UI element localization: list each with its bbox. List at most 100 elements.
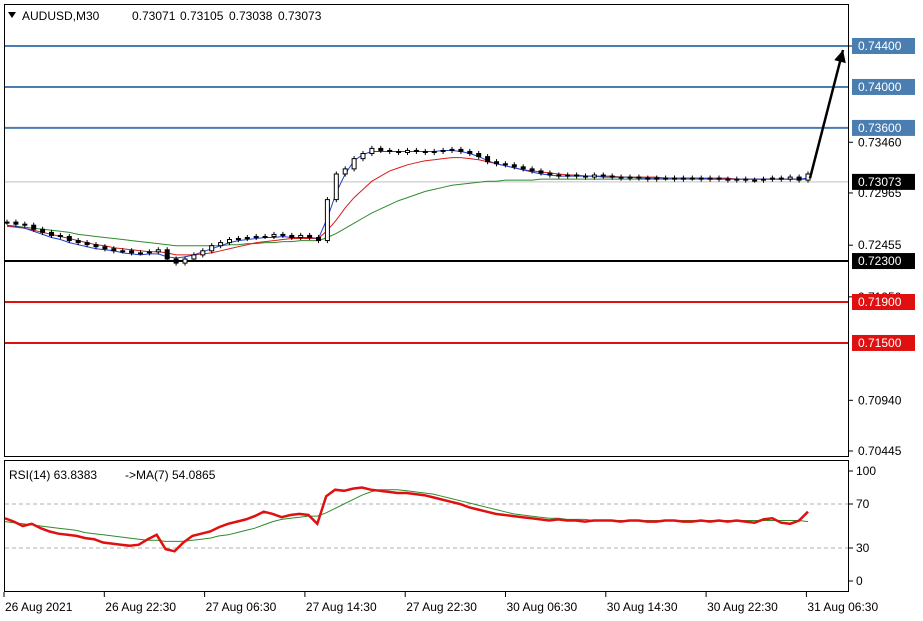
rsi-axis: 100 70 30 0 [848, 464, 876, 588]
candle-body [689, 177, 695, 180]
rsi-ma-line [4, 489, 809, 542]
candle-body [600, 174, 606, 177]
candle-body [387, 149, 393, 152]
candle-body [663, 177, 669, 180]
candle-body [654, 177, 660, 180]
collapse-triangle-icon[interactable] [8, 12, 16, 18]
candle-body [49, 231, 54, 236]
candle-body [716, 177, 722, 180]
candle-body [431, 150, 437, 153]
candle-body [520, 166, 526, 170]
candle-body [778, 177, 784, 180]
candle-body [298, 234, 304, 238]
candle-body [120, 250, 126, 253]
candle-body [618, 176, 624, 179]
ma-slow-line [7, 178, 808, 247]
candle-body [324, 199, 330, 242]
price-tick-label: 0.73460 [858, 135, 902, 149]
candle-body [458, 148, 464, 152]
candle-body [787, 176, 793, 180]
candle-body [31, 224, 37, 230]
candle-body [752, 179, 758, 182]
candle-body [761, 178, 766, 181]
candle-body [316, 236, 321, 242]
level-price-label: 0.74400 [858, 39, 902, 53]
forecast-arrow [808, 49, 846, 179]
candle-body [707, 177, 713, 180]
candle-body [538, 170, 544, 174]
candle-body [209, 245, 215, 252]
symbol-title: AUDUSD,M30 [22, 9, 100, 23]
candle-body [111, 248, 117, 252]
candle-body [467, 150, 473, 155]
price-tick-label: 0.70940 [858, 393, 902, 407]
candle-body [22, 223, 28, 226]
candle-body [155, 249, 161, 253]
time-tick-label: 31 Aug 06:30 [807, 600, 878, 614]
time-tick-label: 30 Aug 06:30 [507, 600, 578, 614]
time-tick-label: 27 Aug 14:30 [306, 600, 377, 614]
current-price-label: 0.73073 [858, 175, 902, 189]
ohlc-low: 0.73038 [229, 9, 273, 23]
candle-body [556, 174, 562, 177]
candle-body [591, 174, 597, 178]
candle-body [191, 254, 197, 260]
candle-body [75, 240, 81, 244]
forecast-arrow-shaft [808, 49, 845, 179]
candlesticks [4, 145, 811, 266]
candle-body [262, 235, 268, 238]
ma-fast-line [6, 150, 809, 259]
candle-body [529, 168, 535, 172]
time-tick-label: 26 Aug 2021 [5, 600, 73, 614]
price-levels [5, 45, 848, 344]
time-tick-label: 27 Aug 22:30 [406, 600, 477, 614]
time-tick-label: 30 Aug 22:30 [707, 600, 778, 614]
level-price-label: 0.71500 [858, 336, 902, 350]
moving-averages [6, 150, 809, 259]
time-tick-label: 27 Aug 06:30 [206, 600, 277, 614]
candle-body [698, 177, 704, 180]
rsi-tick-label: 0 [856, 574, 863, 588]
candle-body [449, 148, 455, 151]
candle-body [164, 249, 170, 260]
candle-body [66, 235, 72, 242]
forecast-arrowhead-icon [834, 50, 846, 64]
level-price-label: 0.72300 [858, 254, 902, 268]
price-tick-label: 0.70445 [858, 444, 902, 458]
candle-body [360, 153, 366, 160]
candle-body [342, 168, 348, 175]
price-axis: 0.744000.734600.729650.724550.719500.709… [848, 38, 915, 458]
price-tick-label: 0.72455 [858, 238, 902, 252]
candle-body [583, 175, 588, 178]
candle-body [200, 250, 206, 256]
candle-body [680, 177, 686, 180]
candle-body [440, 149, 446, 152]
rsi-tick-label: 100 [856, 464, 876, 478]
candle-body [565, 174, 571, 177]
candle-body [725, 178, 731, 181]
candle-body [796, 176, 802, 181]
candle-body [502, 163, 508, 166]
candle-body [138, 252, 143, 255]
level-price-label: 0.74000 [858, 80, 902, 94]
candle-body [57, 234, 63, 237]
candle-body [574, 174, 580, 177]
candle-body [485, 156, 491, 163]
rsi-indicator [4, 486, 848, 553]
rsi-tick-label: 30 [856, 541, 870, 555]
time-tick-label: 26 Aug 22:30 [105, 600, 176, 614]
candle-body [743, 178, 749, 181]
rsi-ma-label: ->MA(7) 54.0865 [125, 468, 216, 482]
candle-body [93, 244, 99, 248]
candle-body [307, 234, 313, 238]
rsi-line [4, 486, 809, 553]
candle-body [413, 149, 419, 152]
candle-body [253, 235, 259, 238]
candle-body [13, 221, 19, 225]
candle-body [405, 149, 410, 153]
time-tick-label: 30 Aug 14:30 [607, 600, 678, 614]
candle-body [511, 164, 517, 168]
candle-body [4, 221, 10, 224]
candle-body [289, 234, 295, 238]
candle-body [396, 150, 402, 153]
